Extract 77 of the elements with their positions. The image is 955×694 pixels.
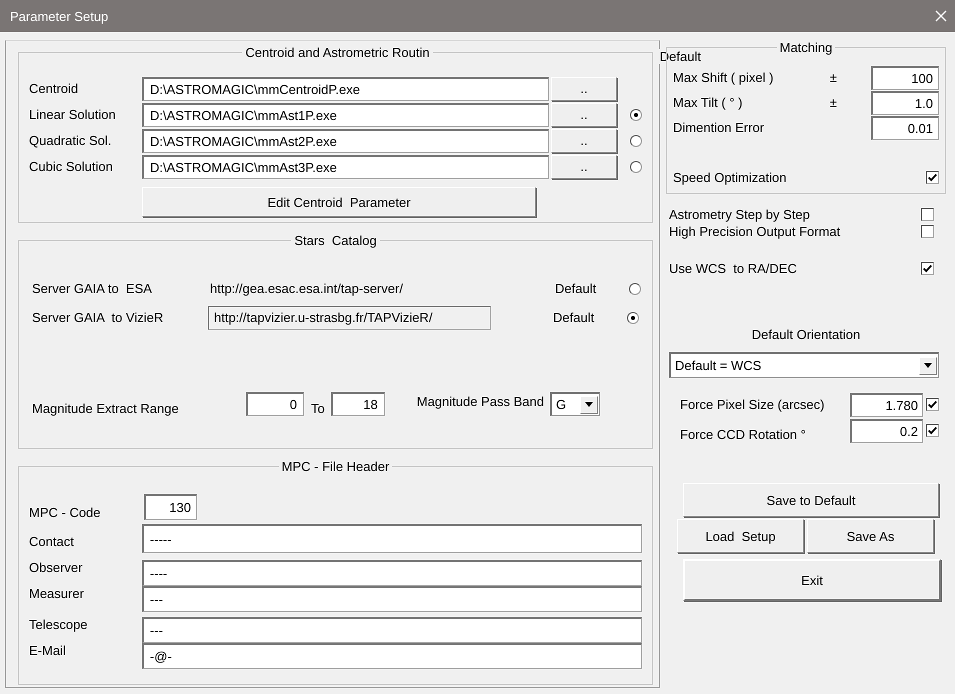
number-field[interactable]: 18 (330, 392, 385, 416)
plus-minus-sign: ± (830, 95, 838, 110)
field-label: MPC - Code (29, 505, 102, 520)
field-label: Server GAIA to VizieR (31, 310, 164, 325)
radio-button[interactable] (627, 312, 639, 324)
field-label: Magnitude Extract Range (31, 400, 180, 416)
plus-minus-sign: ± (830, 70, 838, 85)
checkbox-label: Use WCS to RA/DEC (669, 261, 797, 276)
option-label: Default (553, 310, 596, 325)
path-field[interactable]: D:\ASTROMAGIC\mmCentroidP.exe (142, 76, 549, 100)
field-label: Observer (29, 560, 84, 575)
group-title: Matching (778, 40, 834, 55)
radio-button[interactable] (630, 160, 642, 172)
checkbox[interactable] (921, 208, 934, 221)
number-field[interactable]: 0.2 (850, 418, 923, 442)
text-field[interactable]: -@- (142, 643, 642, 669)
field-label: Cubic Solution (29, 159, 114, 174)
group-title: MPC - File Header (280, 459, 390, 474)
save-as-button[interactable]: Save As (807, 519, 934, 553)
column-header: Default (656, 49, 704, 64)
text-field[interactable]: ---- (142, 560, 642, 586)
number-field[interactable]: 0 (246, 392, 304, 416)
field-label: Contact (29, 534, 75, 551)
field-label: Linear Solution (29, 107, 117, 122)
number-field[interactable]: 1.0 (871, 90, 939, 114)
load-setup-button[interactable]: Load Setup (677, 519, 804, 553)
field-label: E-Mail (29, 643, 67, 658)
edit-button[interactable]: Edit Centroid Parameter (142, 187, 536, 217)
field-label: Force CCD Rotation ° (680, 427, 807, 442)
radio-button[interactable] (630, 134, 642, 146)
band-dropdown[interactable]: G (550, 392, 600, 416)
radio-button[interactable] (629, 282, 641, 294)
number-field[interactable]: 1.780 (850, 392, 923, 416)
checkbox[interactable] (926, 170, 939, 184)
field-label: Server GAIA to ESA (31, 281, 153, 296)
field-label: Magnitude Pass Band (416, 394, 544, 408)
group-title: Stars Catalog (293, 233, 378, 248)
checkbox-label: Astrometry Step by Step (669, 207, 810, 222)
field-label: Dimention Error (673, 120, 766, 135)
field-label: Force Pixel Size (arcsec) (680, 397, 826, 412)
window-title: Parameter Setup (10, 8, 108, 24)
checkbox[interactable] (921, 225, 934, 238)
checkbox[interactable] (926, 424, 939, 437)
code-field[interactable]: 130 (144, 494, 197, 520)
field-label: Max Tilt ( ° ) (673, 95, 744, 110)
browse-button[interactable]: .. (551, 154, 617, 178)
exit-button[interactable]: Exit (683, 559, 941, 601)
option-label: Default (555, 281, 598, 296)
field-label: Centroid (29, 81, 80, 96)
browse-button[interactable]: .. (551, 128, 617, 152)
browse-button[interactable]: .. (551, 76, 617, 100)
checkbox[interactable] (921, 262, 934, 275)
section-title: Default Orientation (750, 327, 862, 342)
path-field[interactable]: D:\ASTROMAGIC\mmAst2P.exe (142, 128, 549, 152)
checkbox[interactable] (926, 398, 939, 411)
orientation-dropdown[interactable]: Default = WCS (669, 352, 939, 378)
text-field[interactable]: --- (142, 617, 642, 643)
checkbox-label: High Precision Output Format (669, 224, 840, 239)
field-label: Measurer (29, 586, 85, 601)
radio-button[interactable] (630, 108, 642, 120)
field-label: Quadratic Sol. (29, 133, 112, 148)
checkbox-label: Speed Optimization (673, 170, 786, 184)
url-text: http://gea.esac.esa.int/tap-server/ (209, 281, 404, 296)
field-label: To (311, 400, 325, 416)
url-field[interactable]: http://tapvizier.u-strasbg.fr/TAPVizieR/ (208, 306, 491, 330)
text-field[interactable]: --- (142, 586, 642, 612)
group-title: Centroid and Astrometric Routin (244, 45, 431, 60)
path-field[interactable]: D:\ASTROMAGIC\mmAst1P.exe (142, 102, 549, 126)
field-label: Max Shift ( pixel ) (673, 70, 774, 85)
number-field[interactable]: 100 (871, 66, 939, 90)
close-icon[interactable] (935, 10, 947, 22)
number-field[interactable]: 0.01 (871, 116, 939, 140)
save-default-button[interactable]: Save to Default (683, 483, 939, 517)
field-label: Telescope (29, 617, 89, 632)
path-field[interactable]: D:\ASTROMAGIC\mmAst3P.exe (142, 154, 549, 178)
text-field[interactable]: ----- (142, 524, 642, 553)
browse-button[interactable]: .. (551, 102, 617, 126)
